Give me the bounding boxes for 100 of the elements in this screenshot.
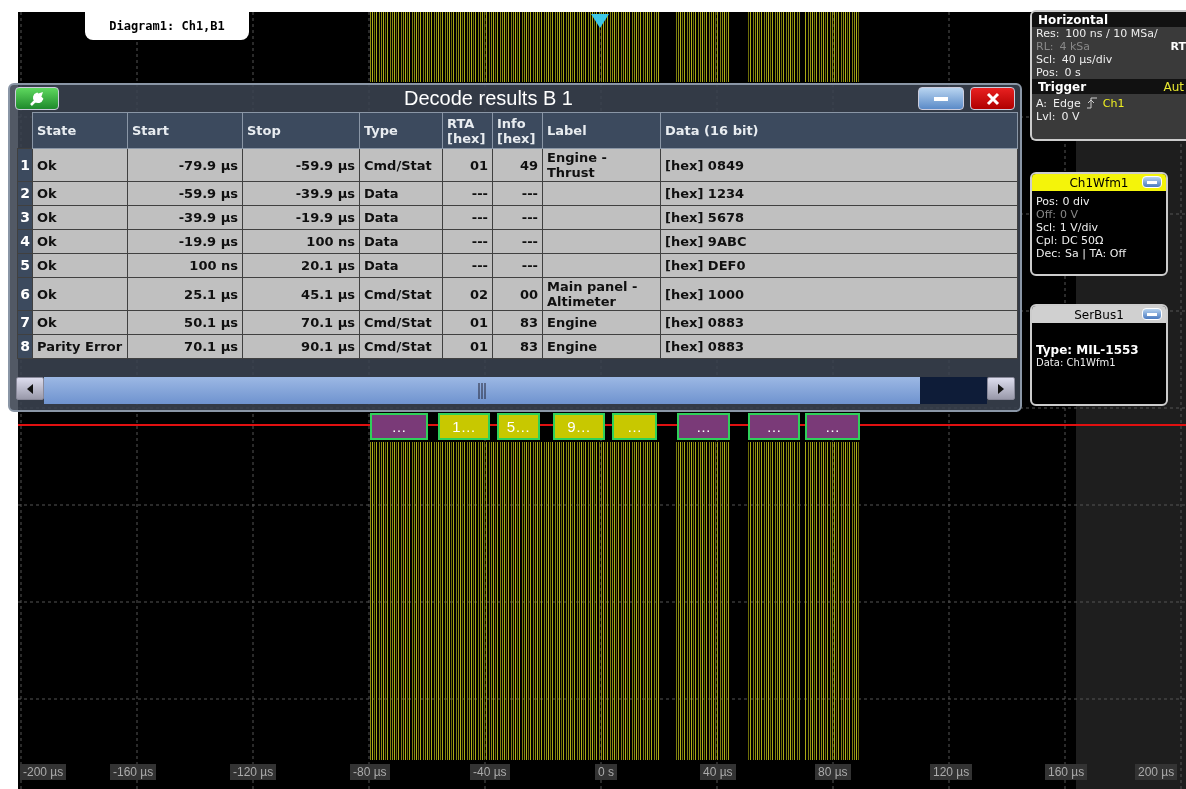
- close-button[interactable]: [970, 87, 1015, 110]
- axis-tick-label: 0 s: [595, 764, 617, 780]
- table-cell: 20.1 µs: [301, 258, 355, 273]
- table-cell: ---: [521, 186, 538, 201]
- axis-tick-label: 200 µs: [1135, 764, 1178, 780]
- column-header[interactable]: State: [32, 112, 128, 149]
- row-number: 5: [17, 253, 33, 278]
- setting-label: Dec:: [1036, 247, 1061, 260]
- bus-frame-label: 9…: [553, 413, 605, 440]
- table-cell: Ok: [37, 186, 57, 201]
- setting-label: Scl:: [1036, 53, 1056, 66]
- setting-label: Pos:: [1036, 195, 1059, 208]
- column-header[interactable]: Stop: [242, 112, 360, 149]
- bus-frame-label: …: [677, 413, 730, 440]
- scroll-right-button[interactable]: [987, 377, 1015, 400]
- setting-value: 4 kSa: [1059, 40, 1091, 53]
- minimize-button[interactable]: [918, 87, 964, 110]
- table-cell: Ok: [37, 286, 57, 302]
- axis-tick-label: 160 µs: [1045, 764, 1088, 780]
- axis-tick-label: 40 µs: [700, 764, 736, 780]
- row-number: 4: [17, 229, 33, 254]
- table-cell: Cmd/Stat: [364, 339, 432, 354]
- table-cell: Ok: [37, 315, 57, 330]
- column-header[interactable]: Start: [127, 112, 243, 149]
- setting-label: RL:: [1036, 40, 1054, 53]
- table-cell: [hex] 5678: [665, 210, 745, 225]
- row-number: 1: [17, 148, 33, 182]
- left-arrow-icon: [27, 383, 33, 394]
- column-header[interactable]: Label: [542, 112, 661, 149]
- setting-value: 0 V: [1061, 110, 1080, 123]
- grip-icon: [478, 382, 486, 399]
- close-icon: [985, 91, 1000, 106]
- column-header[interactable]: Info [hex]: [492, 112, 543, 149]
- bus-type: Type: MIL-1553: [1035, 343, 1140, 357]
- settings-button[interactable]: [15, 87, 59, 110]
- setting-label: Off:: [1036, 208, 1056, 221]
- table-cell: Data: [364, 234, 399, 249]
- table-cell: Cmd/Stat: [364, 286, 432, 302]
- scroll-left-button[interactable]: [16, 377, 44, 400]
- setting-label: Scl:: [1036, 221, 1056, 234]
- table-cell: [hex] 1000: [665, 286, 745, 302]
- table-cell: ---: [521, 210, 538, 225]
- setting-label: Lvl:: [1036, 110, 1056, 123]
- table-cell: 50.1 µs: [184, 315, 238, 330]
- setting-value: 100 ns / 10 MSa/: [1065, 27, 1158, 40]
- table-cell: Main panel - Altimeter: [547, 279, 638, 309]
- right-arrow-icon: [998, 383, 1004, 394]
- setting-label: Cpl:: [1036, 234, 1058, 247]
- table-cell: 83: [519, 315, 538, 330]
- table-cell: 02: [469, 286, 488, 302]
- table-cell: 83: [519, 339, 538, 354]
- row-number: 6: [17, 277, 33, 311]
- table-cell: Cmd/Stat: [364, 157, 432, 173]
- table-cell: ---: [471, 234, 488, 249]
- acquisition-mode: RT: [1170, 40, 1186, 53]
- row-number: 2: [17, 181, 33, 206]
- table-cell: ---: [471, 210, 488, 225]
- table-cell: Data: [364, 210, 399, 225]
- table-cell: 90.1 µs: [301, 339, 355, 354]
- minimize-icon: [1147, 312, 1157, 316]
- column-header[interactable]: Type: [359, 112, 443, 149]
- setting-value: Edge: [1053, 97, 1081, 110]
- axis-tick-label: -200 µs: [20, 764, 67, 780]
- minimize-icon: [934, 96, 948, 101]
- axis-tick-label: 120 µs: [930, 764, 973, 780]
- bus-frame-label: …: [370, 413, 428, 440]
- setting-value: 1 V/div: [1059, 221, 1099, 234]
- bus-data-source: Data: Ch1Wfm1: [1035, 357, 1117, 368]
- table-cell: Engine: [547, 315, 597, 330]
- setting-value: 0 div: [1062, 195, 1090, 208]
- table-cell: -79.9 µs: [178, 157, 238, 173]
- table-cell: Ok: [37, 234, 57, 249]
- table-cell: ---: [521, 258, 538, 273]
- table-cell: [hex] 0883: [665, 315, 745, 330]
- table-cell: ---: [521, 234, 538, 249]
- panel-title: SerBus1: [1074, 307, 1124, 322]
- table-cell: 01: [469, 339, 488, 354]
- table-cell: -19.9 µs: [295, 210, 355, 225]
- table-cell: [hex] 0849: [665, 157, 745, 173]
- table-cell: -19.9 µs: [178, 234, 238, 249]
- serial-bus-info-panel[interactable]: SerBus1 Type: MIL-1553 Data: Ch1Wfm1: [1030, 304, 1168, 406]
- table-cell: [hex] 9ABC: [665, 234, 747, 249]
- row-number: 7: [17, 310, 33, 335]
- column-header[interactable]: RTA [hex]: [442, 112, 493, 149]
- window-title: Decode results B 1: [403, 87, 574, 110]
- bus-frame-label: 1…: [438, 413, 490, 440]
- setting-label: Pos:: [1036, 66, 1059, 79]
- column-header[interactable]: Data (16 bit): [660, 112, 1018, 149]
- table-cell: Parity Error: [37, 339, 123, 354]
- diagram-tab[interactable]: Diagram1: Ch1,B1: [85, 12, 249, 40]
- table-cell: -59.9 µs: [295, 157, 355, 173]
- panel-title: Trigger: [1038, 79, 1087, 94]
- bus-frame-label: 5…: [497, 413, 540, 440]
- bus-frame-label: …: [612, 413, 657, 440]
- table-cell: Cmd/Stat: [364, 315, 432, 330]
- trigger-source: Ch1: [1102, 97, 1125, 110]
- table-cell: 49: [519, 157, 538, 173]
- table-cell: [hex] 1234: [665, 186, 745, 201]
- setting-value: 40 µs/div: [1061, 53, 1113, 66]
- setting-label: Res:: [1036, 27, 1060, 40]
